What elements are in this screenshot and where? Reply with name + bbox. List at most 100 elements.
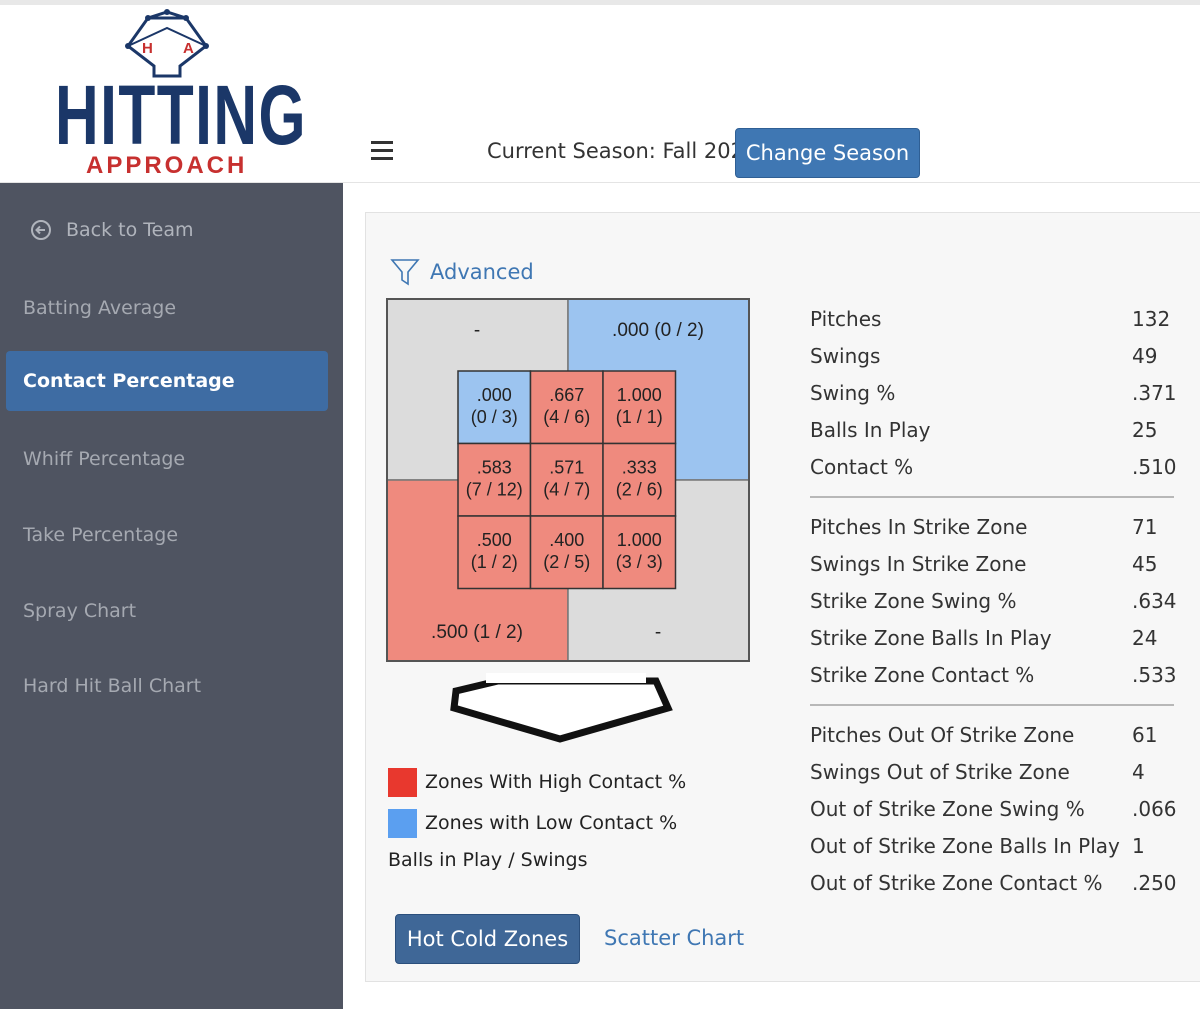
stat-value: 4: [1132, 760, 1145, 785]
stats-group-in-zone: Pitches In Strike Zone 71 Swings In Strike…: [810, 509, 1177, 693]
zone-count-value: (7 / 12): [466, 480, 523, 500]
home-plate-icon: [450, 677, 673, 743]
zone-contact-value: .500: [477, 530, 512, 550]
stat-value: 61: [1132, 723, 1158, 748]
logo-subtitle: APPROACH: [86, 152, 248, 179]
stat-row: Pitches 132: [810, 301, 1174, 338]
stat-label: Swings In Strike Zone: [810, 552, 1027, 577]
advanced-filter-link[interactable]: Advanced: [390, 257, 534, 287]
stat-row: Strike Zone Swing % .634: [810, 583, 1177, 620]
stat-label: Strike Zone Balls In Play: [810, 625, 1052, 650]
hot-cold-zone-chart: - .000 (0 / 2) .500 (1 / 2) - .000(0 / 3…: [386, 298, 750, 743]
outer-zone-label: .500 (1 / 2): [431, 622, 523, 643]
zone-contact-value: .400: [549, 530, 584, 550]
zone-count-value: (2 / 5): [543, 552, 590, 572]
legend-swatch-cold: [388, 808, 417, 838]
svg-text:H: H: [142, 40, 153, 57]
stat-label: Strike Zone Contact %: [810, 662, 1035, 687]
sidebar-item-back-to-team[interactable]: Back to Team: [30, 219, 194, 241]
stat-row: Contact % .510: [810, 448, 1177, 485]
tab-scatter-chart[interactable]: Scatter Chart: [604, 926, 744, 950]
legend-note: Balls in Play / Swings: [388, 849, 588, 871]
svg-text:A: A: [183, 40, 194, 57]
legend-low-label: Zones with Low Contact %: [425, 812, 678, 834]
stat-row: Pitches Out Of Strike Zone 61: [810, 717, 1174, 754]
outer-zone-label: .000 (0 / 2): [612, 320, 704, 341]
stat-value: 49: [1132, 344, 1158, 369]
stat-row: Out of Strike Zone Swing % .066: [810, 791, 1177, 828]
outer-zone-label: -: [655, 622, 661, 643]
strike-zone-grid: .000(0 / 3).667(4 / 6)1.000(1 / 1).583(7…: [457, 370, 677, 590]
zone-count-value: (0 / 3): [471, 407, 518, 427]
stat-row: Swings In Strike Zone 45: [810, 546, 1174, 583]
stat-label: Pitches In Strike Zone: [810, 515, 1028, 540]
stat-row: Swings 49: [810, 338, 1174, 375]
sidebar-item-whiff-percentage[interactable]: Whiff Percentage: [23, 448, 185, 470]
outer-zone-label: -: [474, 320, 480, 341]
zone-contact-value: 1.000: [617, 385, 662, 405]
zone-contact-value: .583: [477, 458, 512, 478]
stat-label: Contact %: [810, 454, 914, 479]
legend-low-contact: Zones with Low Contact %: [388, 808, 686, 838]
zone-count-value: (4 / 6): [543, 407, 590, 427]
stat-value: .066: [1132, 796, 1177, 821]
stat-label: Out of Strike Zone Swing %: [810, 796, 1085, 821]
filter-funnel-icon: [390, 259, 420, 286]
stat-label: Out of Strike Zone Contact %: [810, 870, 1103, 895]
advanced-label: Advanced: [430, 260, 534, 284]
sidebar-item-label: Back to Team: [66, 219, 194, 241]
stat-value: 1: [1132, 833, 1145, 858]
logo[interactable]: H A HITTING APPROACH: [0, 5, 343, 183]
zone-count-value: (4 / 7): [543, 480, 590, 500]
sidebar-item-spray-chart[interactable]: Spray Chart: [23, 600, 136, 622]
logo-wordmark: HITTING: [55, 68, 307, 162]
stat-label: Pitches Out Of Strike Zone: [810, 723, 1075, 748]
zone-count-value: (1 / 2): [471, 552, 518, 572]
current-season-label: Current Season: Fall 2022: [487, 139, 758, 163]
stat-row: Out of Strike Zone Contact % .250: [810, 864, 1177, 901]
stat-value: 25: [1132, 417, 1158, 442]
sidebar-item-batting-average[interactable]: Batting Average: [23, 297, 176, 319]
zone-contact-value: .571: [549, 458, 584, 478]
stat-value: 45: [1132, 552, 1158, 577]
menu-toggle-icon[interactable]: [371, 141, 393, 161]
stat-row: Strike Zone Balls In Play 24: [810, 619, 1174, 656]
legend-swatch-hot: [388, 767, 417, 797]
header: H A HITTING APPROACH Current Season: Fal…: [0, 5, 1200, 183]
stat-label: Out of Strike Zone Balls In Play: [810, 833, 1120, 858]
stat-value: .510: [1132, 454, 1177, 479]
legend-high-label: Zones With High Contact %: [425, 771, 687, 793]
stats-divider: [810, 703, 1174, 706]
stat-row: Out of Strike Zone Balls In Play 1: [810, 827, 1174, 864]
zone-contact-value: .000: [477, 385, 512, 405]
stat-label: Balls In Play: [810, 417, 931, 442]
sidebar-item-take-percentage[interactable]: Take Percentage: [23, 524, 178, 546]
change-season-button[interactable]: Change Season: [735, 128, 920, 178]
sidebar-item-hard-hit-ball-chart[interactable]: Hard Hit Ball Chart: [23, 675, 201, 697]
zone-count-value: (1 / 1): [616, 407, 663, 427]
stats-table: Pitches 132 Swings 49 Swing % .371 Balls In Pl…: [810, 301, 1177, 901]
stat-value: .533: [1132, 662, 1177, 687]
legend-high-contact: Zones With High Contact %: [388, 767, 686, 797]
sidebar: Back to Team Batting Average Contact Per…: [0, 183, 343, 1009]
stat-value: .634: [1132, 588, 1177, 613]
tab-hot-cold-zones[interactable]: Hot Cold Zones: [395, 914, 580, 964]
stat-label: Swing %: [810, 380, 896, 405]
stat-value: 24: [1132, 625, 1158, 650]
zone-count-value: (2 / 6): [616, 480, 663, 500]
stat-value: .371: [1132, 380, 1177, 405]
back-arrow-circle-icon: [31, 220, 51, 240]
stat-label: Swings Out of Strike Zone: [810, 760, 1070, 785]
zone-legend: Zones With High Contact % Zones with Low…: [388, 767, 686, 871]
main-panel: Advanced - .000 (0 / 2) .500 (1 / 2) - .…: [365, 212, 1200, 982]
sidebar-item-contact-percentage[interactable]: Contact Percentage: [6, 351, 328, 411]
stat-row: Strike Zone Contact % .533: [810, 656, 1177, 693]
zone-count-value: (3 / 3): [616, 552, 663, 572]
zone-contact-value: .333: [622, 458, 657, 478]
stats-divider: [810, 495, 1174, 498]
zone-contact-value: .667: [549, 385, 584, 405]
stat-value: .250: [1132, 870, 1177, 895]
stat-row: Swings Out of Strike Zone 4: [810, 754, 1174, 791]
stat-row: Pitches In Strike Zone 71: [810, 509, 1174, 546]
zone-contact-value: 1.000: [617, 530, 662, 550]
